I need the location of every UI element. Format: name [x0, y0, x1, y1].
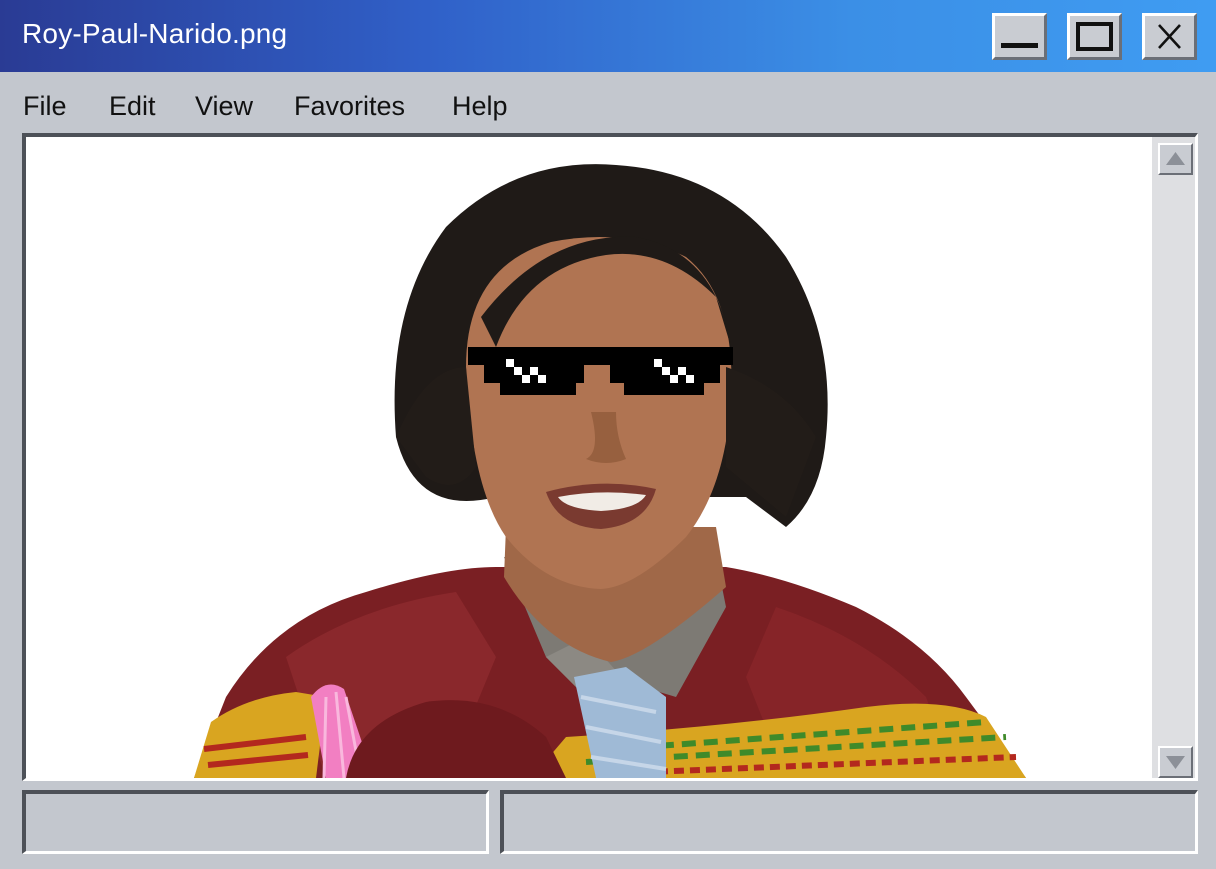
status-pane-right	[500, 790, 1198, 854]
portrait-photo	[194, 164, 1026, 778]
scroll-down-button[interactable]	[1158, 746, 1193, 778]
scroll-up-button[interactable]	[1158, 143, 1193, 175]
menu-file[interactable]: File	[23, 91, 67, 122]
menu-favorites[interactable]: Favorites	[294, 91, 405, 122]
maximize-icon	[1076, 22, 1113, 51]
status-pane-left	[22, 790, 489, 854]
image-viewport	[22, 133, 1198, 781]
title-bar[interactable]: Roy-Paul-Narido.png	[0, 0, 1216, 72]
maximize-button[interactable]	[1067, 13, 1122, 60]
minimize-button[interactable]	[992, 13, 1047, 60]
menu-bar: File Edit View Favorites Help	[0, 72, 1216, 134]
close-button[interactable]	[1142, 13, 1197, 60]
triangle-up-icon	[1166, 152, 1185, 165]
menu-help[interactable]: Help	[452, 91, 508, 122]
close-icon	[1158, 24, 1181, 49]
image-canvas	[26, 137, 1152, 778]
triangle-down-icon	[1166, 756, 1185, 769]
menu-edit[interactable]: Edit	[109, 91, 156, 122]
menu-view[interactable]: View	[195, 91, 253, 122]
minimize-icon	[1001, 43, 1038, 48]
vertical-scrollbar[interactable]	[1152, 137, 1195, 778]
window-title: Roy-Paul-Narido.png	[22, 18, 288, 49]
image-viewer-window: Roy-Paul-Narido.png File Edit View Favor…	[0, 0, 1216, 869]
